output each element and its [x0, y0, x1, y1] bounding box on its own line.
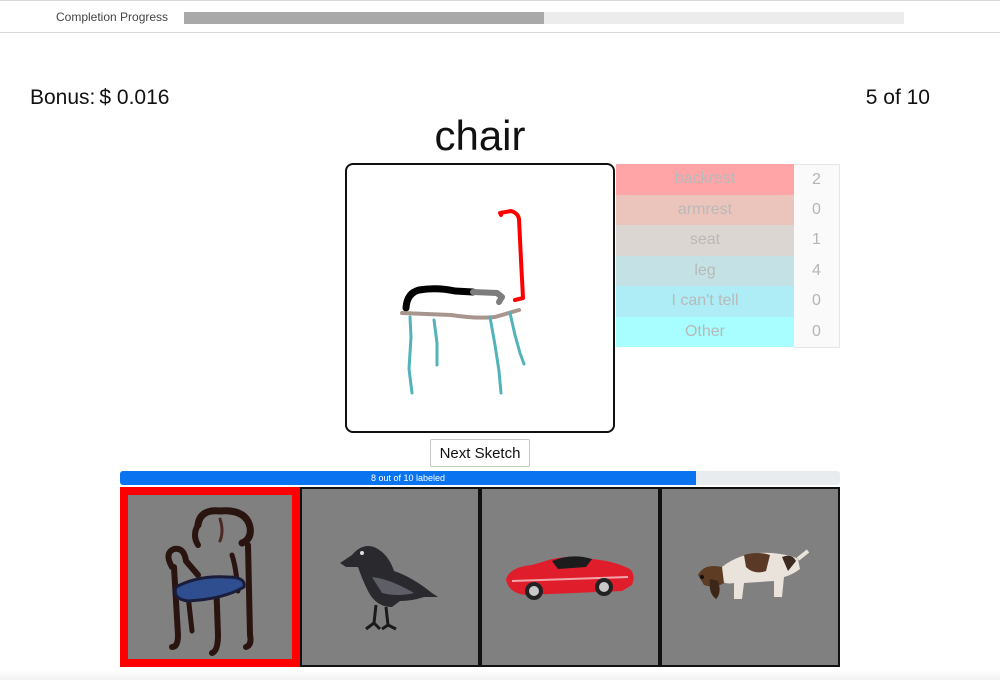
sketch-stroke-backrest[interactable] [498, 209, 525, 302]
sketch-stroke-seat-front[interactable] [402, 285, 477, 312]
bonus-label: Bonus: [30, 86, 96, 109]
crow-3d-icon [340, 546, 438, 631]
part-button-leg[interactable]: leg [616, 255, 794, 286]
part-count-seat: 1 [794, 225, 840, 256]
sketch-stroke-leg[interactable] [407, 315, 414, 395]
category-title: chair [434, 112, 526, 159]
page-bottom-shadow [0, 670, 1000, 680]
part-button-cant-tell[interactable]: I can't tell [616, 286, 794, 317]
bonus-display: Bonus: $ 0.016 [30, 86, 169, 110]
part-label-panel: backrest 2 armrest 0 seat 1 leg 4 I can'… [616, 164, 840, 348]
sketch-canvas[interactable] [345, 163, 615, 433]
crow-thumbnail[interactable] [300, 487, 480, 667]
labeled-progress-bar: 8 out of 10 labeled [120, 471, 840, 485]
chair-thumbnail[interactable] [120, 487, 300, 667]
sketch-stroke-seat-back[interactable] [470, 289, 505, 305]
part-button-seat[interactable]: seat [616, 225, 794, 256]
part-row-armrest: armrest 0 [616, 194, 840, 225]
completion-progress-fill [184, 12, 544, 24]
sports-car-3d-icon [506, 556, 634, 600]
part-row-other: Other 0 [616, 316, 840, 348]
part-row-backrest: backrest 2 [616, 164, 840, 196]
dog-thumbnail[interactable] [660, 487, 840, 667]
part-row-seat: seat 1 [616, 225, 840, 256]
shape-thumbnail-strip [120, 487, 840, 667]
dog-3d-icon [698, 549, 810, 599]
completion-progress-track [184, 12, 904, 24]
completion-progress-bar: Completion Progress [0, 0, 1000, 33]
part-button-armrest[interactable]: armrest [616, 194, 794, 225]
part-count-armrest: 0 [794, 194, 840, 225]
car-thumbnail[interactable] [480, 487, 660, 667]
part-count-backrest: 2 [794, 164, 840, 196]
bonus-amount: $ 0.016 [99, 86, 170, 109]
sketch-stroke-leg[interactable] [488, 315, 503, 395]
sketch-stroke-seat-edge[interactable] [400, 308, 521, 320]
sketch-counter: 5 of 10 [865, 86, 930, 109]
part-count-cant-tell: 0 [794, 286, 840, 317]
sketch-stroke-leg[interactable] [508, 311, 526, 366]
part-button-backrest[interactable]: backrest [616, 164, 794, 195]
part-row-leg: leg 4 [616, 255, 840, 286]
part-count-leg: 4 [794, 255, 840, 286]
completion-progress-label: Completion Progress [56, 10, 169, 24]
sketch-stroke-leg[interactable] [432, 318, 439, 367]
chair-3d-icon [165, 507, 254, 656]
next-sketch-button[interactable]: Next Sketch [430, 439, 530, 467]
labeled-progress-fill: 8 out of 10 labeled [120, 471, 696, 485]
part-button-other[interactable]: Other [616, 316, 794, 347]
chair-sketch [400, 209, 526, 395]
part-row-cant-tell: I can't tell 0 [616, 286, 840, 317]
part-count-other: 0 [794, 316, 840, 348]
